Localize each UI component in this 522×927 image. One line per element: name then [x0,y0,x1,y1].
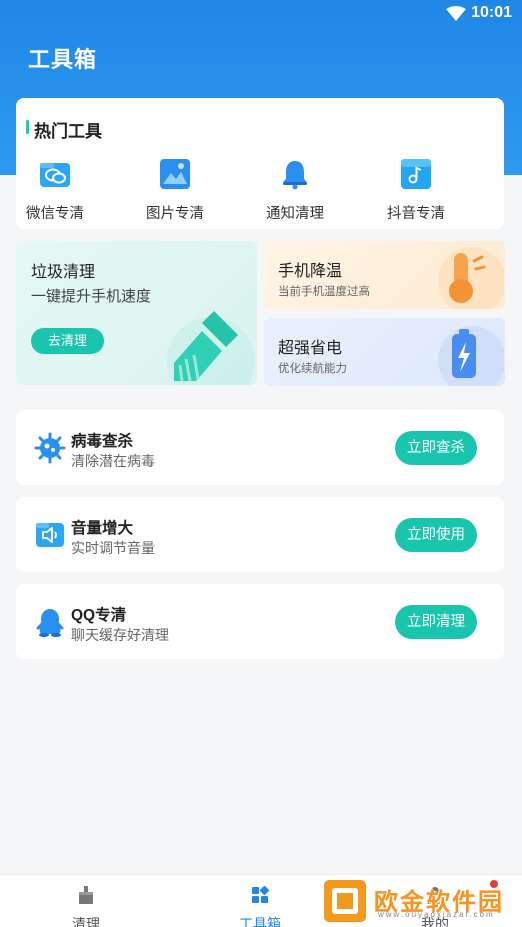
hot-tool-label: 微信专清 [26,206,84,222]
cool-down-title: 手机降温 [278,263,343,280]
watermark-url: www.ouyaoxiazai.com [378,910,495,919]
cool-down-subtitle: 当前手机温度过高 [278,286,370,298]
hot-tools-title: 热门工具 [34,122,102,141]
hot-tool-image[interactable]: 图片专清 [130,158,220,222]
grid-icon [252,885,270,903]
watermark-dot [490,880,498,888]
tab-clean[interactable]: 清理 [26,875,146,927]
feature-desc: 聊天缓存好清理 [71,627,169,643]
hot-tool-label: 图片专清 [146,206,204,222]
hot-tool-wechat[interactable]: 微信专清 [10,158,100,222]
watermark: 欧金软件园 www.ouyaoxiazai.com [322,876,518,926]
bell-icon [279,158,311,190]
power-save-subtitle: 优化续航能力 [278,363,347,375]
power-save-title: 超强省电 [278,340,343,357]
hot-tool-label: 抖音专清 [387,206,445,222]
hot-tool-douyin[interactable]: 抖音专清 [371,158,461,222]
feature-name: QQ专清 [71,607,127,624]
feature-desc: 实时调节音量 [71,540,155,556]
watermark-logo-icon [324,880,366,922]
battery-icon [438,326,504,386]
broom-illustration-icon [167,311,255,385]
feature-name: 病毒查杀 [71,433,134,450]
junk-clean-subtitle: 一键提升手机速度 [31,288,152,305]
hot-tool-label: 通知清理 [266,206,324,222]
hot-tool-notification[interactable]: 通知清理 [250,158,340,222]
speaker-icon [36,523,64,547]
thermometer-icon [438,247,504,309]
status-bar: 10:01 [0,0,522,28]
volume-boost-button[interactable]: 立即使用 [395,518,477,552]
tab-toolbox[interactable]: 工具箱 [200,875,320,927]
junk-clean-button[interactable]: 去清理 [31,328,104,354]
qq-clean-button[interactable]: 立即清理 [395,605,477,639]
qq-penguin-icon [36,609,64,637]
virus-icon [34,432,66,464]
cool-down-card[interactable]: 手机降温 当前手机温度过高 [264,241,505,309]
music-note-icon [400,158,432,190]
wifi-icon [446,6,466,21]
wechat-chat-icon [39,158,71,190]
status-time: 10:01 [471,4,512,21]
section-accent-bar [26,120,29,134]
feature-desc: 清除潜在病毒 [71,453,155,469]
tab-label: 工具箱 [239,916,281,927]
power-save-card[interactable]: 超强省电 优化续航能力 [264,318,505,386]
page-title: 工具箱 [28,47,98,72]
feature-qq-clean: QQ专清 聊天缓存好清理 立即清理 [16,584,504,659]
image-icon [159,158,191,190]
junk-clean-card[interactable]: 垃圾清理 一键提升手机速度 去清理 [16,241,257,385]
junk-clean-title: 垃圾清理 [31,264,96,281]
feature-virus-scan: 病毒查杀 清除潜在病毒 立即查杀 [16,410,504,485]
broom-icon [79,886,93,904]
virus-scan-button[interactable]: 立即查杀 [395,431,477,465]
feature-name: 音量增大 [71,520,134,537]
hot-tools-card: 热门工具 微信专清 图片专清 通知清理 抖音专清 [16,98,504,229]
tab-label: 清理 [72,916,100,927]
feature-volume-boost: 音量增大 实时调节音量 立即使用 [16,497,504,572]
